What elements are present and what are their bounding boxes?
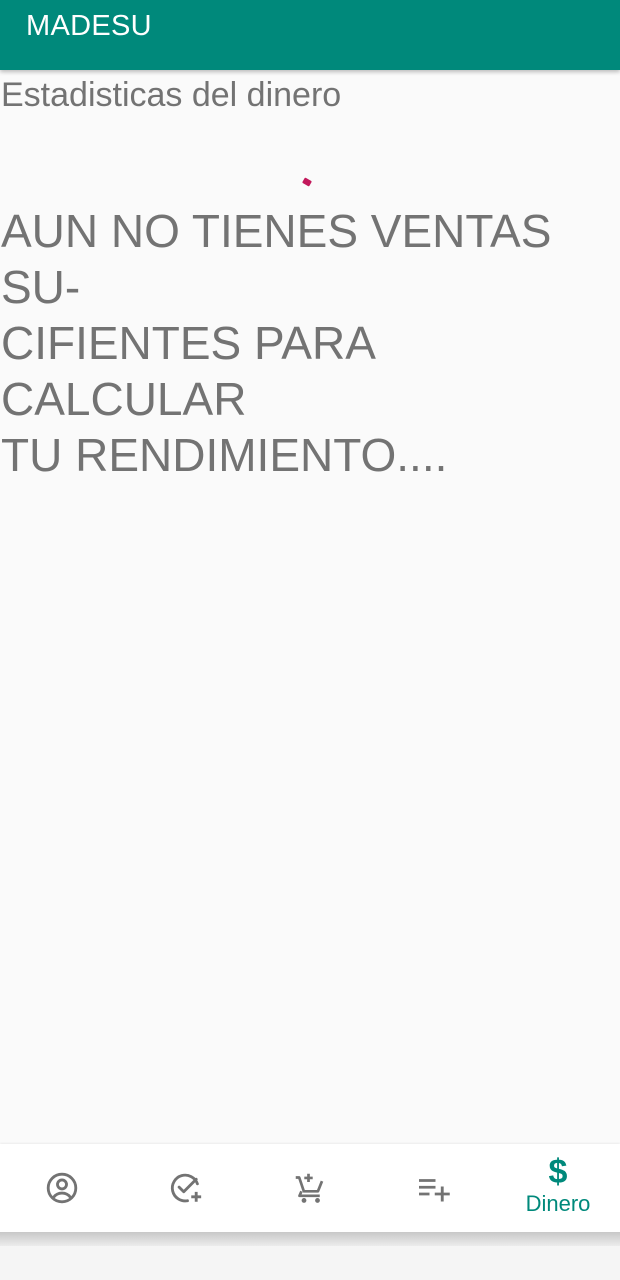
nav-item-add-to-cart[interactable] bbox=[248, 1144, 372, 1232]
section-title: Estadisticas del dinero bbox=[1, 76, 342, 114]
account-circle-icon bbox=[44, 1170, 80, 1206]
empty-state-message: AUN NO TIENES VENTAS SU- CIFIENTES PARA … bbox=[1, 205, 552, 481]
check-circle-add-icon bbox=[168, 1170, 204, 1206]
screen: MADESU Estadisticas del dinero AUN NO TI… bbox=[0, 0, 620, 1280]
dollar-icon: $ bbox=[548, 1153, 568, 1191]
bottom-navigation: $ Dinero bbox=[0, 1144, 620, 1232]
nav-label-dinero: Dinero bbox=[525, 1191, 591, 1216]
nav-shadow-divider bbox=[0, 1232, 620, 1246]
playlist-add-icon bbox=[416, 1170, 452, 1206]
app-bar: MADESU bbox=[0, 0, 620, 70]
nav-item-add-list[interactable] bbox=[372, 1144, 496, 1232]
nav-item-add-task[interactable] bbox=[124, 1144, 248, 1232]
loading-indicator bbox=[302, 177, 312, 187]
app-title: MADESU bbox=[26, 10, 152, 42]
system-bar-area bbox=[0, 1246, 620, 1280]
cart-add-icon bbox=[292, 1170, 328, 1206]
nav-item-dinero[interactable]: $ Dinero bbox=[496, 1144, 620, 1232]
nav-item-profile[interactable] bbox=[0, 1144, 124, 1232]
